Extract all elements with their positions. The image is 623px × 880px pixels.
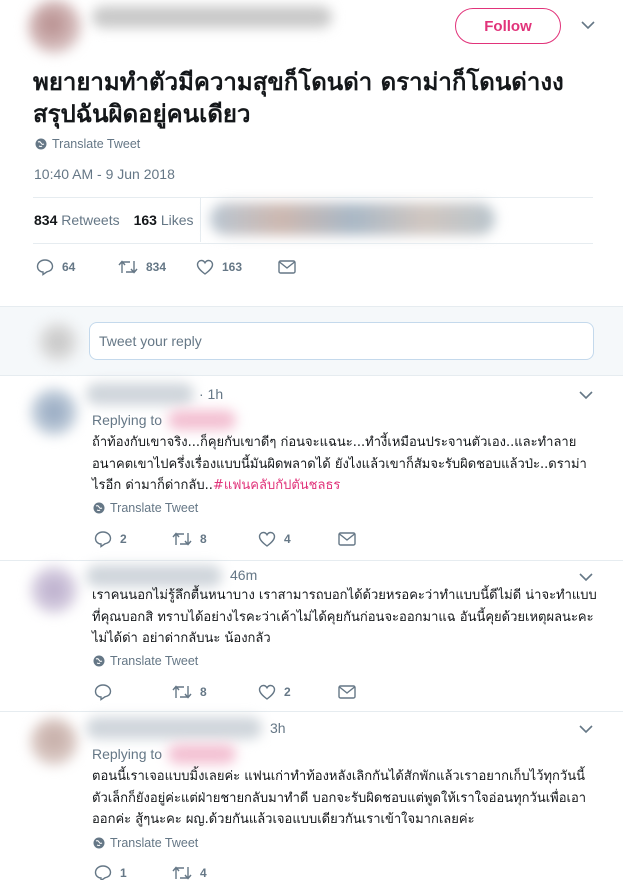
likes-count: 163 [133,212,157,228]
replying-to-label: Replying to [92,412,163,428]
retweet-count: 8 [200,685,207,699]
retweet-action[interactable]: 8 [172,531,258,547]
reply-author-name[interactable] [86,717,262,739]
reply-icon [36,258,54,276]
translate-label[interactable]: Translate Tweet [110,654,198,668]
globe-icon [93,655,105,667]
like-action[interactable]: 163 [196,259,278,275]
retweets-label: Retweets [61,212,120,228]
heart-icon [196,259,214,275]
dm-action[interactable] [278,260,296,274]
reply-author-name[interactable] [86,383,194,405]
tweet-actions: 64 834 163 [36,258,296,276]
tweet-stats: 834 Retweets 163 Likes [34,212,194,228]
replying-to-user[interactable] [168,410,237,430]
current-user-avatar [38,322,78,362]
reply-input[interactable]: Tweet your reply [89,322,594,360]
chevron-down-icon[interactable] [581,20,595,30]
heart-icon [258,684,276,700]
dm-action[interactable] [338,685,356,699]
stats-divider [200,198,201,242]
reply-icon [94,530,112,548]
reply-text: ตอนนี้เราเจอแบบมิ้งเลยค่ะ แฟนเก่าทำท้องห… [92,769,587,827]
retweet-icon [172,531,192,547]
tweet-timestamp[interactable]: 10:40 AM - 9 Jun 2018 [34,166,175,182]
reply-text: ถ้าท้องกับเขาจริง...ก็คุยกับเขาดีๆ ก่อนจ… [92,432,597,497]
envelope-icon [338,532,356,546]
like-count: 2 [284,685,291,699]
translate-tweet-link[interactable]: Translate Tweet [35,137,140,151]
reply-action[interactable] [94,683,172,701]
replying-to-label: Replying to [92,746,163,762]
replying-to-user[interactable] [168,744,237,764]
translate-label[interactable]: Translate Tweet [52,137,140,151]
likers-avatars[interactable] [210,203,495,235]
replying-to: Replying to [92,744,237,764]
reply-count: 1 [120,866,127,880]
translate-label[interactable]: Translate Tweet [110,836,198,850]
reply-action[interactable]: 64 [36,258,118,276]
reply-timestamp[interactable]: 3h [270,720,286,736]
divider [33,197,593,198]
reply-author-avatar[interactable] [30,566,78,614]
retweet-action[interactable]: 8 [172,684,258,700]
retweet-action[interactable]: 4 [172,865,258,880]
reply-action[interactable]: 2 [94,530,172,548]
retweet-count: 8 [200,532,207,546]
follow-button[interactable]: Follow [455,8,561,44]
translate-label[interactable]: Translate Tweet [110,501,198,515]
reply-actions: 8 2 [94,683,356,701]
envelope-icon [338,685,356,699]
translate-tweet-link[interactable]: Translate Tweet [93,501,198,515]
chevron-down-icon[interactable] [579,572,593,582]
retweet-action[interactable]: 834 [118,259,196,275]
like-action[interactable]: 2 [258,684,338,700]
reply-text: เราคนนอกไม่รู้ลึกตื้นหนาบาง เราสามารถบอก… [92,588,597,646]
reply-timestamp[interactable]: · 1h [199,386,223,402]
envelope-icon [278,260,296,274]
reply-action[interactable]: 1 [94,864,172,880]
like-count: 4 [284,532,291,546]
retweet-icon [172,684,192,700]
likes-stat[interactable]: 163 Likes [134,212,194,228]
divider [0,711,623,712]
reply-actions: 2 8 4 [94,530,356,548]
globe-icon [93,837,105,849]
tweet-text: พยายามทำตัวมีความสุขก็โดนด่า ดราม่าก็โดน… [33,68,564,128]
translate-tweet-link[interactable]: Translate Tweet [93,836,198,850]
retweet-icon [172,865,192,880]
translate-tweet-link[interactable]: Translate Tweet [93,654,198,668]
author-avatar[interactable] [28,0,82,54]
retweet-icon [118,259,138,275]
retweets-count: 834 [34,212,58,228]
reply-author-name[interactable] [86,565,222,587]
reply-icon [94,864,112,880]
like-action[interactable]: 4 [258,531,338,547]
retweets-stat[interactable]: 834 Retweets [34,212,120,228]
dm-action[interactable] [338,532,356,546]
reply-icon [94,683,112,701]
retweet-count: 4 [200,866,207,880]
divider [33,243,593,244]
globe-icon [93,502,105,514]
divider [0,560,623,561]
like-count: 163 [222,260,243,274]
reply-author-avatar[interactable] [30,718,78,766]
heart-icon [258,531,276,547]
hashtag-link[interactable]: #แฟนคลับกัปตันชลธร [213,478,340,493]
likes-label: Likes [160,212,194,228]
reply-timestamp[interactable]: 46m [230,567,257,583]
reply-count: 64 [62,260,76,274]
chevron-down-icon[interactable] [579,724,593,734]
globe-icon [35,138,47,150]
reply-count: 2 [120,532,127,546]
replying-to: Replying to [92,410,237,430]
chevron-down-icon[interactable] [579,390,593,400]
author-name[interactable] [92,6,332,28]
retweet-count: 834 [146,260,167,274]
reply-author-avatar[interactable] [30,388,78,436]
reply-actions: 1 4 [94,864,258,880]
